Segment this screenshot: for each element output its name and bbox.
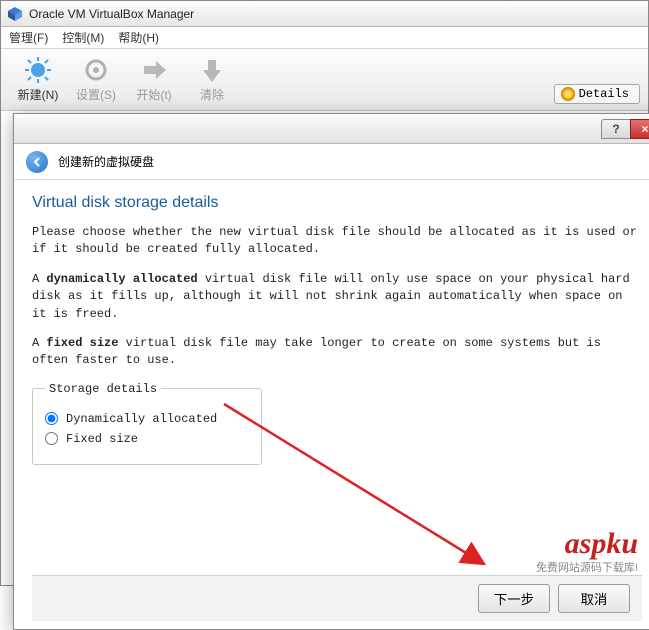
radio-dynamic[interactable]: Dynamically allocated [45, 412, 249, 426]
menu-help[interactable]: 帮助(H) [118, 29, 159, 46]
radio-fixed-label: Fixed size [66, 432, 138, 446]
radio-fixed[interactable]: Fixed size [45, 432, 249, 446]
next-button[interactable]: 下一步 [478, 584, 550, 613]
window-title: Oracle VM VirtualBox Manager [29, 7, 194, 21]
toolbar: 新建(N) 设置(S) 开始(t) 清除 Details [1, 49, 648, 111]
sun-icon [24, 56, 52, 84]
dialog-titlebar: ? × [14, 114, 649, 144]
arrow-right-icon [140, 56, 168, 84]
discard-label: 清除 [200, 86, 224, 103]
storage-legend: Storage details [45, 382, 161, 396]
dialog-header: 创建新的虚拟硬盘 [14, 144, 649, 180]
dialog-title: 创建新的虚拟硬盘 [58, 153, 154, 170]
gear-small-icon [561, 87, 575, 101]
main-titlebar: Oracle VM VirtualBox Manager [1, 1, 648, 27]
storage-fieldset: Storage details Dynamically allocated Fi… [32, 382, 262, 465]
paragraph-fixed: A fixed size virtual disk file may take … [32, 335, 642, 370]
dialog-footer: 下一步 取消 [32, 575, 642, 621]
new-label: 新建(N) [18, 86, 59, 103]
close-button[interactable]: × [630, 119, 649, 139]
back-button[interactable] [26, 151, 48, 173]
details-button[interactable]: Details [554, 84, 640, 104]
new-button[interactable]: 新建(N) [9, 56, 67, 103]
settings-button[interactable]: 设置(S) [67, 56, 125, 103]
start-button[interactable]: 开始(t) [125, 56, 183, 103]
help-button[interactable]: ? [601, 119, 631, 139]
radio-dynamic-label: Dynamically allocated [66, 412, 217, 426]
dialog-body: Virtual disk storage details Please choo… [14, 180, 649, 629]
radio-dynamic-input[interactable] [45, 412, 58, 425]
cancel-button[interactable]: 取消 [558, 584, 630, 613]
menubar: 管理(F) 控制(M) 帮助(H) [1, 27, 648, 49]
settings-label: 设置(S) [76, 86, 116, 103]
details-label: Details [579, 87, 629, 101]
wizard-dialog: ? × 创建新的虚拟硬盘 Virtual disk storage detail… [13, 113, 649, 630]
arrow-down-icon [198, 56, 226, 84]
start-label: 开始(t) [136, 86, 171, 103]
gear-icon [82, 56, 110, 84]
paragraph-intro: Please choose whether the new virtual di… [32, 224, 642, 259]
radio-fixed-input[interactable] [45, 432, 58, 445]
virtualbox-icon [7, 6, 23, 22]
discard-button[interactable]: 清除 [183, 56, 241, 103]
menu-control[interactable]: 控制(M) [62, 29, 104, 46]
paragraph-dynamic: A dynamically allocated virtual disk fil… [32, 271, 642, 323]
section-title: Virtual disk storage details [32, 194, 642, 212]
menu-manage[interactable]: 管理(F) [9, 29, 48, 46]
